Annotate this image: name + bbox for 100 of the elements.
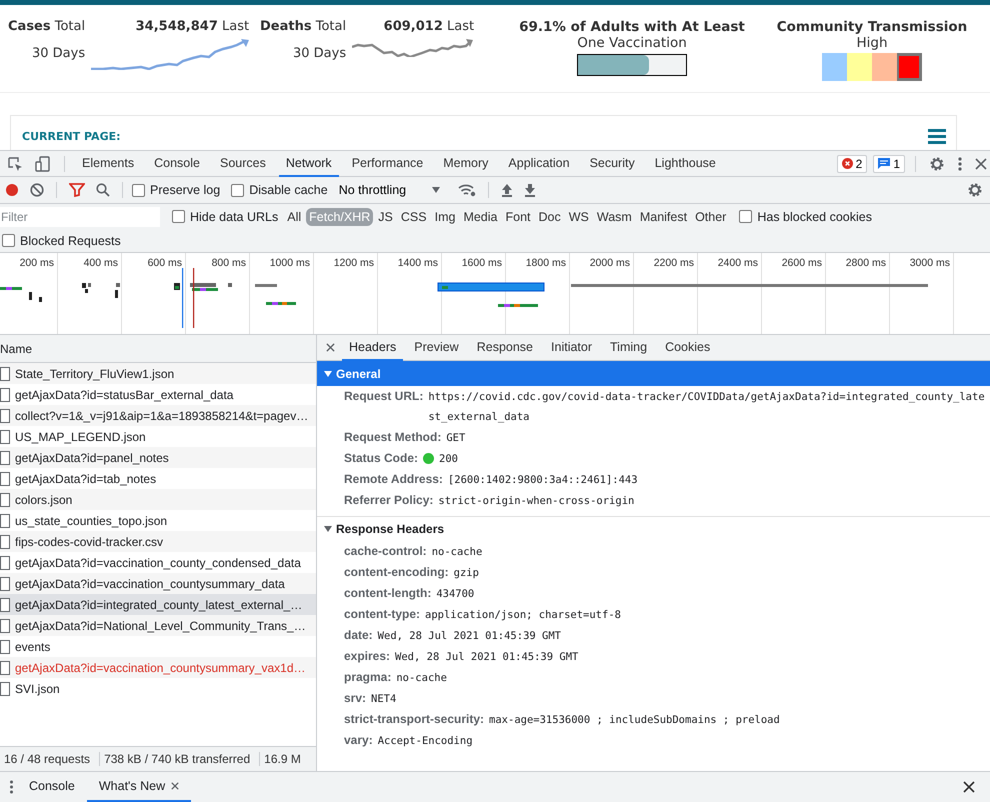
header-name: strict-transport-security: (344, 712, 484, 726)
type-filter[interactable]: Doc (536, 208, 564, 226)
file-icon (0, 366, 10, 380)
summary-text: 16 / 48 requests (0, 752, 100, 766)
settings-icon[interactable] (967, 182, 983, 198)
section-header[interactable]: General (317, 361, 990, 386)
close-icon[interactable] (326, 343, 335, 352)
devtools-tab[interactable]: Application (501, 150, 577, 176)
checkbox[interactable] (739, 210, 752, 223)
devtools-tab[interactable]: Memory (436, 150, 496, 176)
summary-text: 738 kB / 740 kB transferred (100, 752, 260, 766)
wifi-icon[interactable] (458, 183, 476, 197)
header-name: srv: (344, 691, 366, 705)
current-page-label: CURRENT PAGE: (22, 130, 121, 142)
section-header[interactable]: Response Headers (317, 516, 990, 541)
type-filter[interactable]: Img (432, 208, 458, 226)
request-row[interactable]: getAjaxData?id=integrated_county_latest_external_… (0, 594, 316, 615)
request-name: us_state_counties_topo.json (15, 514, 168, 528)
request-row[interactable]: State_Territory_FluView1.json (0, 363, 316, 384)
errors-badge[interactable]: 2 (836, 154, 868, 172)
checkbox-label: Hide data URLs (190, 210, 278, 224)
type-filter[interactable]: Manifest (636, 208, 690, 226)
request-row[interactable]: fips-codes-covid-tracker.csv (0, 531, 316, 552)
close-icon[interactable] (975, 158, 987, 170)
close-icon[interactable] (963, 781, 975, 793)
vaccination-title: 69.1% of Adults with At Least (519, 19, 745, 35)
menu-icon[interactable] (928, 128, 946, 144)
header-value: NET4 (371, 692, 396, 707)
devtools-tab[interactable]: Lighthouse (648, 150, 723, 176)
download-icon[interactable] (524, 183, 536, 197)
type-filter[interactable]: WS (566, 208, 592, 226)
time-tick: 2600 ms (782, 257, 822, 269)
details-tab[interactable]: Cookies (658, 335, 718, 360)
device-icon[interactable] (35, 156, 51, 172)
close-icon[interactable] (171, 782, 180, 790)
vaccination-subtitle: One Vaccination (577, 35, 687, 51)
drawer-tab[interactable]: What's New (86, 772, 192, 802)
header-value: 434700 (436, 587, 474, 602)
devtools-tab[interactable]: Elements (75, 150, 142, 176)
checkbox-label: Has blocked cookies (757, 210, 872, 224)
header-value: no-cache (432, 545, 482, 560)
clear-icon[interactable] (30, 183, 44, 197)
request-row[interactable]: getAjaxData?id=vaccination_countysummary_data (0, 573, 316, 594)
filter-icon[interactable] (69, 183, 85, 197)
details-tab[interactable]: Response (470, 335, 540, 360)
details-tab[interactable]: Timing (603, 335, 654, 360)
checkbox[interactable] (231, 184, 244, 196)
file-icon (0, 534, 10, 548)
time-tick: 600 ms (148, 257, 182, 269)
time-tick: 2000 ms (590, 257, 630, 269)
checkbox[interactable] (132, 184, 145, 196)
drawer-tab[interactable]: Console (17, 772, 87, 802)
file-icon (0, 408, 10, 422)
request-row[interactable]: getAjaxData?id=National_Level_Community_Trans_… (0, 615, 316, 636)
type-filter[interactable]: Media (460, 208, 500, 226)
type-filter[interactable]: Wasm (594, 208, 635, 226)
file-icon (0, 576, 10, 590)
request-row[interactable]: getAjaxData?id=panel_notes (0, 447, 316, 468)
throttling-dropdown[interactable]: No throttling (338, 183, 450, 197)
devtools-tab[interactable]: Console (147, 150, 207, 176)
type-filter[interactable]: Other (692, 208, 730, 226)
request-name: events (15, 640, 50, 654)
request-name: colors.json (15, 492, 72, 506)
type-filter[interactable]: JS (375, 208, 396, 226)
inspect-icon[interactable] (7, 156, 23, 172)
file-icon (0, 388, 10, 402)
messages-badge[interactable]: 1 (873, 154, 905, 172)
header-value: application/json; charset=utf-8 (425, 608, 621, 623)
checkbox[interactable] (172, 210, 185, 223)
details-tab[interactable]: Initiator (544, 335, 600, 360)
search-icon[interactable] (96, 183, 110, 197)
column-header[interactable]: Name (0, 335, 316, 363)
record-icon[interactable] (5, 183, 19, 197)
file-icon (0, 682, 10, 696)
time-tick: 3000 ms (910, 257, 950, 269)
stat-value: 609,012 Last (384, 19, 474, 34)
type-filter[interactable]: CSS (398, 208, 430, 226)
settings-icon[interactable] (929, 156, 945, 172)
devtools-tab[interactable]: Performance (344, 150, 430, 176)
time-tick: 1400 ms (398, 257, 438, 269)
section-title: General (336, 367, 381, 381)
checkbox[interactable] (2, 234, 15, 247)
request-row[interactable]: getAjaxData?id=vaccination_countysummary_vax1d… (0, 657, 316, 678)
devtools-tab[interactable]: Sources (212, 150, 273, 176)
details-tab[interactable]: Preview (407, 335, 466, 360)
header-value: Wed, 28 Jul 2021 01:45:39 GMT (378, 629, 561, 644)
more-icon[interactable] (957, 156, 963, 172)
devtools-tab[interactable]: Security (582, 150, 642, 176)
expand-icon (324, 525, 332, 533)
request-name: getAjaxData?id=National_Level_Community_Trans_… (15, 618, 306, 632)
filter-field[interactable]: Filter (0, 206, 160, 226)
request-row[interactable]: collect?v=1&_v=j91&aip=1&a=1893858214&t=pagev… (0, 405, 316, 426)
request-name: getAjaxData?id=vaccination_county_condensed_data (15, 556, 301, 570)
type-filter[interactable]: Font (502, 208, 534, 226)
time-tick: 2800 ms (846, 257, 886, 269)
upload-icon[interactable] (501, 183, 514, 197)
file-icon (0, 472, 10, 486)
type-filter[interactable]: All (284, 208, 304, 226)
request-row[interactable]: colors.json (0, 489, 316, 510)
more-icon[interactable] (9, 780, 14, 794)
